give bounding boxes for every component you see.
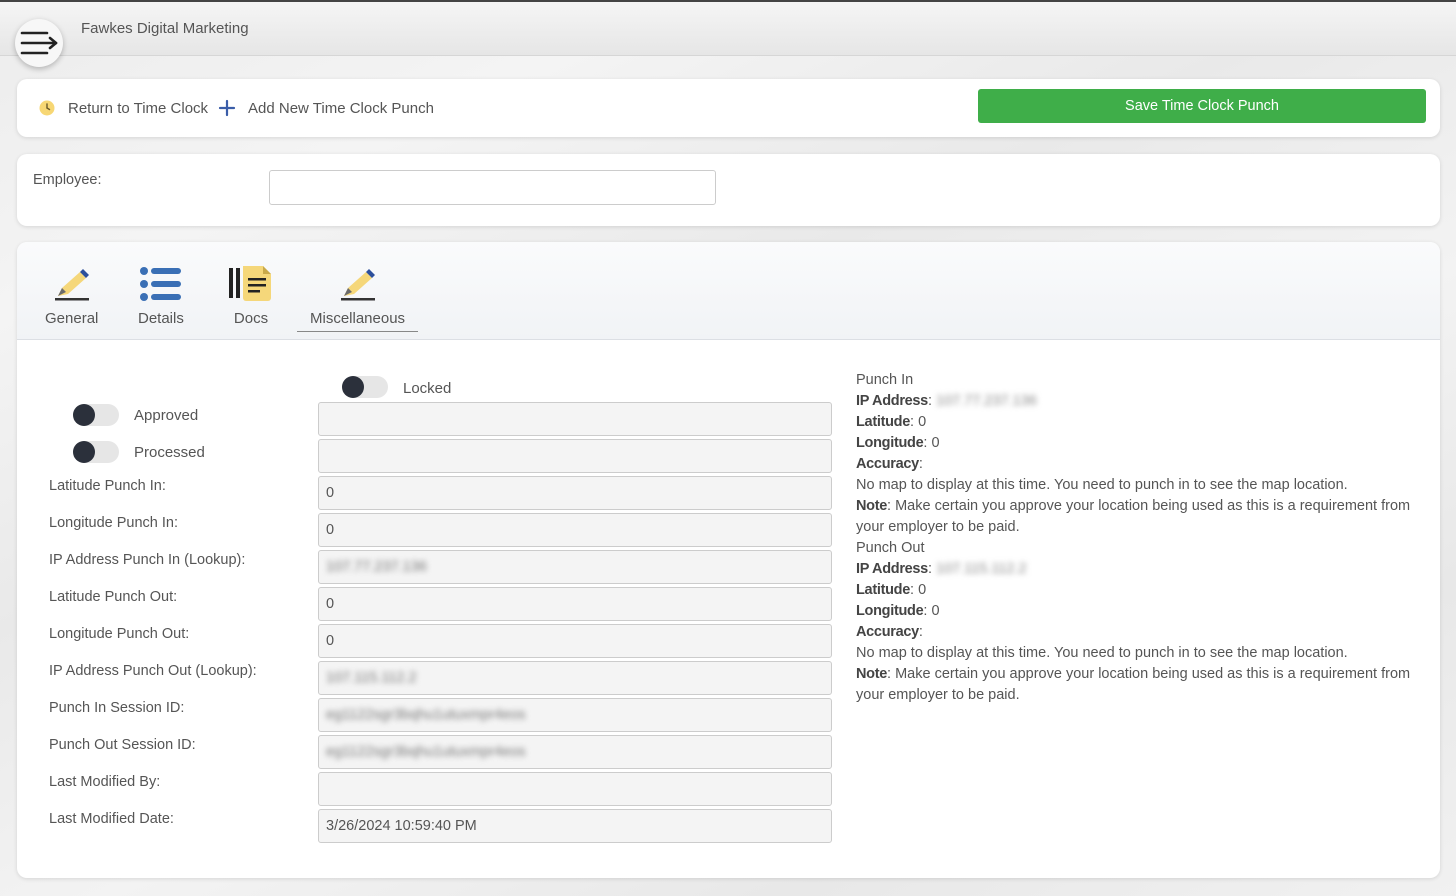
ip-punch-in-label: IP Address Punch In (Lookup): bbox=[49, 552, 246, 568]
clock-icon bbox=[39, 100, 55, 116]
top-bar: Fawkes Digital Marketing bbox=[0, 0, 1456, 67]
punch-out-map-message: No map to display at this time. You need… bbox=[856, 645, 1348, 661]
return-label: Return to Time Clock bbox=[68, 99, 209, 117]
menu-button[interactable] bbox=[15, 19, 63, 67]
last-modified-by-input[interactable] bbox=[318, 772, 832, 806]
punch-out-note: Note: Make certain you approve your loca… bbox=[856, 666, 1411, 703]
ip-punch-in-value: 107.77.237.136 bbox=[326, 559, 427, 575]
approved-label: Approved bbox=[134, 407, 199, 424]
punch-in-ip-row: IP Address: 107.77.237.136 bbox=[856, 393, 1037, 409]
processed-toggle[interactable] bbox=[73, 441, 119, 463]
longitude-punch-out-input[interactable]: 0 bbox=[318, 624, 832, 658]
punch-out-lon-value: 0 bbox=[931, 603, 940, 619]
menu-arrow-icon bbox=[20, 31, 58, 55]
return-to-time-clock-link[interactable]: Return to Time Clock bbox=[38, 99, 208, 117]
longitude-punch-in-input[interactable]: 0 bbox=[318, 513, 832, 547]
toolbar: Return to Time Clock Add New Time Clock … bbox=[17, 79, 1440, 137]
punch-out-heading: Punch Out bbox=[856, 540, 925, 556]
session-out-value: eg1122sgr3bqhu1utuxmpr4eos bbox=[326, 744, 526, 760]
punch-out-lon-row: Longitude: 0 bbox=[856, 603, 940, 619]
punch-in-lat-value: 0 bbox=[918, 414, 927, 430]
add-new-punch-link[interactable]: Add New Time Clock Punch bbox=[218, 99, 434, 117]
employee-input[interactable] bbox=[269, 170, 716, 205]
last-modified-date-input[interactable]: 3/26/2024 10:59:40 PM bbox=[318, 809, 832, 843]
session-in-input[interactable]: eg1122sgr3bqhu1utuxmpr4eos bbox=[318, 698, 832, 732]
latitude-punch-out-label: Latitude Punch Out: bbox=[49, 589, 178, 605]
processed-label: Processed bbox=[134, 444, 205, 461]
punch-in-lon-row: Longitude: 0 bbox=[856, 435, 940, 451]
company-name: Fawkes Digital Marketing bbox=[81, 20, 249, 37]
approved-toggle[interactable] bbox=[73, 404, 119, 426]
latitude-punch-in-label: Latitude Punch In: bbox=[49, 478, 166, 494]
locked-label: Locked bbox=[403, 380, 452, 397]
longitude-punch-in-label: Longitude Punch In: bbox=[49, 515, 178, 531]
save-time-clock-punch-button[interactable]: Save Time Clock Punch bbox=[978, 89, 1426, 123]
punch-in-info: Punch In IP Address: 107.77.237.136 Lati… bbox=[856, 370, 1416, 538]
session-in-value: eg1122sgr3bqhu1utuxmpr4eos bbox=[326, 707, 526, 723]
locked-field[interactable] bbox=[318, 402, 832, 436]
list-icon bbox=[139, 267, 181, 301]
session-out-input[interactable]: eg1122sgr3bqhu1utuxmpr4eos bbox=[318, 735, 832, 769]
plus-icon bbox=[218, 99, 236, 117]
punch-out-info: Punch Out IP Address: 107.115.112.2 Lati… bbox=[856, 538, 1416, 706]
last-modified-date-label: Last Modified Date: bbox=[49, 811, 174, 827]
ip-punch-out-input[interactable]: 107.115.112.2 bbox=[318, 661, 832, 695]
tab-miscellaneous-label: Miscellaneous bbox=[310, 310, 406, 327]
employee-label: Employee: bbox=[33, 172, 102, 188]
punch-in-acc-row: Accuracy: bbox=[856, 456, 923, 472]
ip-punch-in-input[interactable]: 107.77.237.136 bbox=[318, 550, 832, 584]
processed-field[interactable] bbox=[318, 439, 832, 473]
punch-in-ip-value: 107.77.237.136 bbox=[936, 393, 1037, 409]
punch-in-heading: Punch In bbox=[856, 372, 914, 388]
punch-out-lat-value: 0 bbox=[918, 582, 927, 598]
session-out-label: Punch Out Session ID: bbox=[49, 737, 196, 753]
tab-docs-label: Docs bbox=[233, 310, 269, 327]
pencil-icon bbox=[54, 269, 89, 301]
last-modified-by-label: Last Modified By: bbox=[49, 774, 161, 790]
document-icon bbox=[229, 266, 271, 301]
tab-details[interactable]: Details bbox=[138, 262, 184, 327]
tab-docs[interactable]: Docs bbox=[229, 262, 273, 327]
latitude-punch-in-input[interactable]: 0 bbox=[318, 476, 832, 510]
punch-details-panel: General Details Docs Miscellaneous Locke… bbox=[17, 242, 1440, 878]
punch-in-lon-value: 0 bbox=[931, 435, 940, 451]
punch-out-acc-row: Accuracy: bbox=[856, 624, 923, 640]
punch-in-note: Note: Make certain you approve your loca… bbox=[856, 498, 1411, 535]
pencil-icon bbox=[340, 269, 375, 301]
punch-in-lat-row: Latitude: 0 bbox=[856, 414, 927, 430]
ip-punch-out-label: IP Address Punch Out (Lookup): bbox=[49, 663, 257, 679]
employee-section: Employee: bbox=[17, 154, 1440, 226]
punch-in-map-message: No map to display at this time. You need… bbox=[856, 477, 1348, 493]
punch-out-ip-row: IP Address: 107.115.112.2 bbox=[856, 561, 1027, 577]
tab-details-label: Details bbox=[138, 310, 184, 327]
tab-bar: General Details Docs Miscellaneous bbox=[17, 242, 1440, 340]
locked-toggle[interactable] bbox=[342, 376, 388, 398]
latitude-punch-out-input[interactable]: 0 bbox=[318, 587, 832, 621]
punch-out-ip-value: 107.115.112.2 bbox=[936, 561, 1027, 577]
tab-general-label: General bbox=[45, 310, 99, 327]
punch-out-lat-row: Latitude: 0 bbox=[856, 582, 927, 598]
tab-general[interactable]: General bbox=[45, 262, 98, 327]
tab-miscellaneous[interactable]: Miscellaneous bbox=[296, 262, 419, 332]
add-label: Add New Time Clock Punch bbox=[248, 99, 434, 117]
session-in-label: Punch In Session ID: bbox=[49, 700, 185, 716]
longitude-punch-out-label: Longitude Punch Out: bbox=[49, 626, 190, 642]
ip-punch-out-value: 107.115.112.2 bbox=[326, 670, 417, 686]
